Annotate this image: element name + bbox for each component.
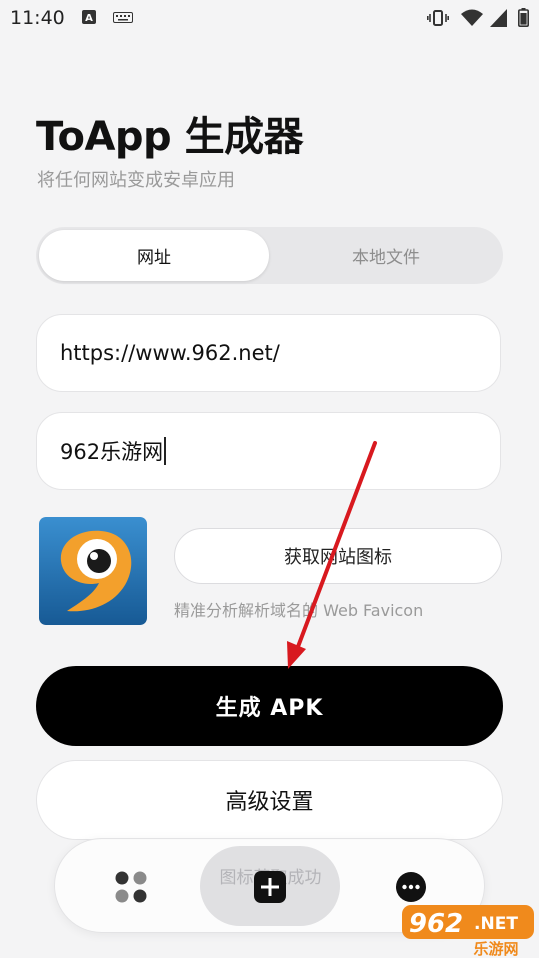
page-title: ToApp 生成器 <box>36 114 304 160</box>
svg-text:乐游网: 乐游网 <box>473 940 518 957</box>
battery-icon <box>518 8 529 27</box>
generate-apk-button[interactable]: 生成 APK <box>36 666 503 746</box>
url-input[interactable]: https://www.962.net/ <box>36 314 501 392</box>
source-segmented-control: 网址 本地文件 <box>36 227 503 284</box>
add-icon[interactable] <box>254 871 286 903</box>
svg-text:962: 962 <box>409 909 463 939</box>
text-caret <box>164 437 167 465</box>
tab-local-file[interactable]: 本地文件 <box>272 230 500 281</box>
svg-text:A: A <box>85 13 93 24</box>
svg-text:.NET: .NET <box>474 914 518 934</box>
grid-icon[interactable] <box>115 871 147 903</box>
text-notification-icon: A <box>82 10 96 24</box>
wifi-icon <box>461 9 483 26</box>
962-logo-icon <box>39 517 147 625</box>
app-name-input[interactable]: 962乐游网 <box>36 412 501 490</box>
page-subtitle: 将任何网站变成安卓应用 <box>37 170 235 191</box>
advanced-settings-button[interactable]: 高级设置 <box>36 760 503 840</box>
more-icon[interactable] <box>395 871 427 903</box>
keyboard-icon <box>113 12 133 23</box>
signal-icon <box>490 9 507 27</box>
app-name-input-value: 962乐游网 <box>60 440 164 464</box>
962-watermark-logo-icon: 962 .NET 乐游网 <box>402 905 534 957</box>
status-time: 11:40 <box>10 7 65 29</box>
tab-url[interactable]: 网址 <box>39 230 269 281</box>
fetch-favicon-button[interactable]: 获取网站图标 <box>174 528 502 584</box>
favicon-hint: 精准分析解析域名的 Web Favicon <box>174 601 424 620</box>
status-bar: 11:40 A <box>0 0 539 36</box>
vibrate-icon <box>427 10 449 26</box>
url-input-value: https://www.962.net/ <box>60 341 280 365</box>
